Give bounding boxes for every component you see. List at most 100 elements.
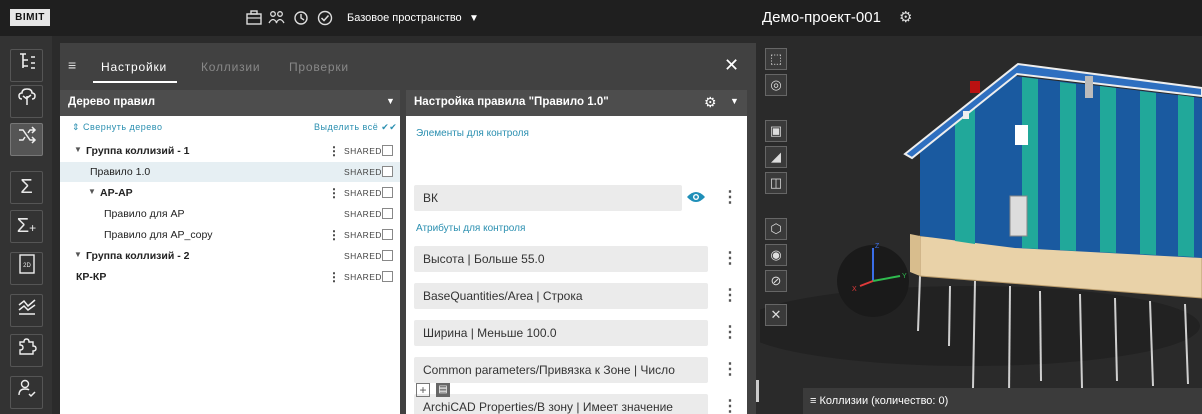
- eye-off-icon[interactable]: ⊘: [765, 270, 787, 292]
- app-logo: BIMIT: [10, 9, 50, 26]
- attribute-field[interactable]: ArchiCAD Properties/В зону | Имеет значе…: [414, 394, 708, 414]
- attribute-field[interactable]: Ширина | Меньше 100.0: [414, 320, 708, 346]
- shared-checkbox[interactable]: [382, 208, 393, 219]
- settings-panel: ≡ Настройки Коллизии Проверки ✕ Дерево п…: [60, 43, 756, 414]
- tab-checks[interactable]: Проверки: [289, 60, 349, 74]
- document-icon[interactable]: ▤: [436, 383, 450, 397]
- camera-icon[interactable]: ▣: [765, 120, 787, 142]
- tab-settings[interactable]: Настройки: [101, 60, 167, 74]
- cube-icon[interactable]: ⬡: [765, 218, 787, 240]
- tree-row[interactable]: Правило для АР SHARED: [60, 204, 400, 224]
- tree-row[interactable]: КР-КР ⋮ SHARED: [60, 267, 400, 287]
- chevron-down-icon[interactable]: ▼: [730, 96, 739, 106]
- top-toolbar: BIMIT Базовое пространство ▼ Демо-проект…: [0, 0, 1202, 36]
- chevron-down-icon[interactable]: ▼: [386, 96, 395, 106]
- rules-tree-title: Дерево правил: [68, 96, 156, 108]
- building-model: Z Y X: [760, 62, 1202, 397]
- rules-tree-header[interactable]: Дерево правил ▼: [60, 90, 400, 116]
- more-vertical-icon[interactable]: ⋮: [328, 144, 340, 158]
- attribute-field[interactable]: Высота | Больше 55.0: [414, 246, 708, 272]
- elements-label: Элементы для контроля: [416, 128, 529, 139]
- tab-collisions[interactable]: Коллизии: [201, 60, 260, 74]
- tree-icon[interactable]: [10, 85, 43, 118]
- more-vertical-icon[interactable]: ⋮: [722, 394, 738, 414]
- chevron-down-icon[interactable]: ▼: [74, 250, 82, 259]
- select-all-link[interactable]: Выделить всё ✔✔: [314, 122, 397, 133]
- more-vertical-icon[interactable]: ⋮: [722, 320, 738, 346]
- attributes-label: Атрибуты для контроля: [416, 223, 526, 234]
- check-circle-icon[interactable]: [316, 10, 333, 27]
- tree-structure-icon[interactable]: [10, 49, 43, 82]
- tree-row[interactable]: ▼ АР-АР ⋮ SHARED: [60, 183, 400, 203]
- shared-label: SHARED: [344, 209, 382, 219]
- rule-settings-header: Настройка правила "Правило 1.0" ⚙ ▼: [406, 90, 747, 116]
- shared-checkbox[interactable]: [382, 271, 393, 282]
- add-icon[interactable]: +: [416, 383, 430, 397]
- sigma-icon[interactable]: Σ: [10, 171, 43, 204]
- section-plane-icon[interactable]: ◢: [765, 146, 787, 168]
- chart-lines-icon[interactable]: [10, 294, 43, 327]
- double-check-icon: ✔✔: [378, 122, 398, 132]
- gear-icon[interactable]: ⚙: [704, 94, 717, 111]
- eye-icon[interactable]: [686, 188, 706, 208]
- target-icon[interactable]: ◎: [765, 74, 787, 96]
- axis-z-label: Z: [875, 243, 880, 250]
- briefcase-icon[interactable]: [245, 10, 262, 27]
- collapse-tree-label: Свернуть дерево: [83, 122, 163, 132]
- fit-view-icon[interactable]: ⬚: [765, 48, 787, 70]
- select-all-label: Выделить всё: [314, 122, 379, 132]
- shared-label: SHARED: [344, 146, 382, 156]
- shared-checkbox[interactable]: [382, 250, 393, 261]
- shared-checkbox[interactable]: [382, 229, 393, 240]
- attribute-field[interactable]: BaseQuantities/Area | Строка: [414, 283, 708, 309]
- more-vertical-icon[interactable]: ⋮: [722, 357, 738, 383]
- tree-row[interactable]: ▼ Группа коллизий - 2 SHARED: [60, 246, 400, 266]
- close-icon[interactable]: ✕: [724, 55, 739, 76]
- left-toolbar: Σ Σ+ 2D: [0, 36, 52, 414]
- tree-row[interactable]: Правило для АР_copy ⋮ SHARED: [60, 225, 400, 245]
- rule-settings-title: Настройка правила "Правило 1.0": [414, 96, 609, 108]
- tree-row[interactable]: Правило 1.0 SHARED: [60, 162, 400, 182]
- more-vertical-icon[interactable]: ⋮: [328, 228, 340, 242]
- user-check-icon[interactable]: [10, 376, 43, 409]
- section-box-icon[interactable]: ◫: [765, 172, 787, 194]
- tree-row-label: КР-КР: [76, 271, 107, 283]
- more-vertical-icon[interactable]: ⋮: [722, 283, 738, 309]
- project-name: Демо-проект-001: [762, 9, 881, 26]
- users-icon[interactable]: [268, 10, 285, 27]
- chevron-down-icon[interactable]: ▼: [88, 187, 96, 196]
- collisions-bar[interactable]: ≡ Коллизии (количество: 0): [803, 388, 1202, 414]
- shuffle-icon[interactable]: [10, 123, 43, 156]
- drawing-2d-icon[interactable]: 2D: [10, 252, 43, 285]
- shared-checkbox[interactable]: [382, 166, 393, 177]
- tree-row[interactable]: ▼ Группа коллизий - 1 ⋮ SHARED: [60, 141, 400, 161]
- more-vertical-icon[interactable]: ⋮: [722, 246, 738, 272]
- scrollbar[interactable]: [756, 380, 759, 402]
- model-viewport[interactable]: Z Y X ⬚ ◎ ▣ ◢ ◫ ⬡ ◉ ⊘ ✕ ≡ Коллизии (коли…: [760, 36, 1202, 414]
- shared-checkbox[interactable]: [382, 187, 393, 198]
- axis-y-label: Y: [902, 273, 907, 280]
- tree-row-label: Группа коллизий - 2: [86, 250, 190, 262]
- space-selector[interactable]: Базовое пространство: [347, 10, 462, 27]
- attribute-field[interactable]: Common parameters/Привязка к Зоне | Числ…: [414, 357, 708, 383]
- history-icon[interactable]: [292, 10, 309, 27]
- collisions-count-label: ≡ Коллизии (количество: 0): [810, 395, 948, 407]
- eye-icon[interactable]: ◉: [765, 244, 787, 266]
- sigma-plus-icon[interactable]: Σ+: [10, 210, 43, 243]
- shared-label: SHARED: [344, 167, 382, 177]
- gear-icon[interactable]: ⚙: [899, 8, 912, 28]
- close-box-icon[interactable]: ✕: [765, 304, 787, 326]
- shared-checkbox[interactable]: [382, 145, 393, 156]
- puzzle-icon[interactable]: [10, 334, 43, 367]
- axis-x-label: X: [852, 286, 857, 293]
- collapse-tree-link[interactable]: ⇕ Свернуть дерево: [72, 122, 162, 133]
- chevron-down-icon[interactable]: ▼: [74, 145, 82, 154]
- more-vertical-icon[interactable]: ⋮: [722, 185, 738, 211]
- more-vertical-icon[interactable]: ⋮: [328, 186, 340, 200]
- elements-field[interactable]: ВК: [414, 185, 682, 211]
- collapse-icon: ⇕: [72, 122, 84, 132]
- more-vertical-icon[interactable]: ⋮: [328, 270, 340, 284]
- chevron-down-icon[interactable]: ▼: [469, 10, 479, 27]
- tree-row-label: АР-АР: [100, 187, 133, 199]
- menu-icon[interactable]: ≡: [68, 57, 76, 73]
